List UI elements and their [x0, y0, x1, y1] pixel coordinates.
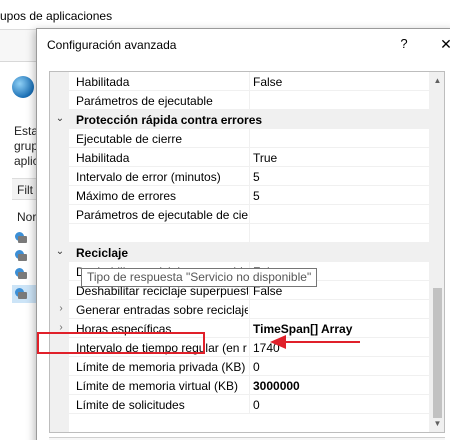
- name-column-header[interactable]: Nor: [17, 210, 36, 224]
- close-button[interactable]: ✕: [439, 33, 450, 55]
- scroll-down-icon[interactable]: ▼: [429, 415, 444, 432]
- column-separator: [249, 395, 250, 414]
- column-separator: [249, 224, 250, 243]
- property-name: Límite de solicitudes: [76, 398, 185, 412]
- chevron-down-icon[interactable]: ⌄: [54, 246, 66, 258]
- window-titlebar: upos de aplicaciones: [0, 0, 450, 30]
- column-separator: [249, 91, 250, 110]
- advanced-settings-dialog: Configuración avanzada ? ✕ Habilitada Fal…: [36, 28, 450, 440]
- description-line-1: Esta: [14, 124, 39, 138]
- app-pool-icon[interactable]: [14, 267, 28, 280]
- category-label: Reciclaje: [76, 246, 129, 260]
- filter-label[interactable]: Filt: [17, 183, 33, 197]
- category-header[interactable]: ⌄ Reciclaje: [50, 243, 429, 262]
- description-line-2: grup: [14, 139, 39, 153]
- help-button[interactable]: ?: [397, 33, 411, 55]
- property-row[interactable]: Límite de solicitudes 0: [50, 395, 429, 414]
- property-row[interactable]: Habilitada False: [50, 72, 429, 91]
- property-value[interactable]: 5: [253, 170, 423, 184]
- chevron-down-icon[interactable]: ⌄: [54, 113, 66, 125]
- property-row[interactable]: Límite de memoria privada (KB) 0: [50, 357, 429, 376]
- column-separator: [249, 357, 250, 376]
- toolbar: [0, 30, 40, 62]
- app-pool-icon[interactable]: [14, 231, 28, 244]
- property-name: Habilitada: [76, 151, 130, 165]
- column-separator: [249, 72, 250, 91]
- scroll-up-icon[interactable]: ▲: [429, 72, 444, 89]
- dialog-title: Configuración avanzada: [47, 38, 177, 52]
- category-label: Protección rápida contra errores: [76, 113, 263, 127]
- highlight-box: [37, 332, 205, 354]
- property-name: Habilitada: [76, 75, 130, 89]
- property-name: Ejecutable de cierre: [76, 132, 183, 146]
- property-grid: Habilitada False Parámetros de ejecutable ⌄…: [49, 71, 445, 433]
- vertical-scrollbar[interactable]: ▲ ▼: [429, 72, 444, 432]
- property-name: Intervalo de error (minutos): [76, 170, 221, 184]
- category-header[interactable]: ⌄ Protección rápida contra errores: [50, 110, 429, 129]
- globe-icon: [12, 76, 34, 98]
- property-value[interactable]: 0: [253, 360, 423, 374]
- window-title: upos de aplicaciones: [0, 9, 113, 23]
- property-row[interactable]: Intervalo de error (minutos) 5: [50, 167, 429, 186]
- column-separator: [249, 186, 250, 205]
- property-value[interactable]: 0: [253, 398, 423, 412]
- property-row[interactable]: Ejecutable de cierre: [50, 129, 429, 148]
- chevron-right-icon[interactable]: ›: [56, 304, 66, 314]
- app-pool-icon[interactable]: [14, 249, 28, 262]
- column-separator: [249, 376, 250, 395]
- column-separator: [249, 300, 250, 319]
- description-line-3: aplic: [14, 154, 39, 168]
- column-separator: [249, 205, 250, 224]
- property-name: Límite de memoria virtual (KB): [76, 379, 239, 393]
- column-separator: [249, 129, 250, 148]
- property-rows: Habilitada False Parámetros de ejecutable ⌄…: [50, 72, 429, 414]
- tooltip: Tipo de respuesta "Servicio no disponibl…: [81, 268, 318, 287]
- property-name: Límite de memoria privada (KB): [76, 360, 246, 374]
- property-value[interactable]: 3000000: [253, 379, 423, 393]
- property-row[interactable]: Límite de memoria virtual (KB) 3000000: [50, 376, 429, 395]
- property-name: Parámetros de ejecutable: [76, 94, 213, 108]
- property-row[interactable]: [50, 224, 429, 243]
- property-row[interactable]: Parámetros de ejecutable: [50, 91, 429, 110]
- property-row[interactable]: Máximo de errores 5: [50, 186, 429, 205]
- column-separator: [249, 148, 250, 167]
- property-name: Parámetros de ejecutable de cie: [76, 208, 248, 222]
- property-name: Generar entradas sobre reciclaje: [76, 303, 248, 317]
- property-value[interactable]: 5: [253, 189, 423, 203]
- column-separator: [249, 319, 250, 338]
- property-value[interactable]: True: [253, 151, 423, 165]
- column-separator: [249, 167, 250, 186]
- app-pool-icon[interactable]: [14, 287, 28, 300]
- scrollbar-thumb[interactable]: [433, 288, 442, 418]
- column-separator: [249, 338, 250, 357]
- property-row[interactable]: Parámetros de ejecutable de cie: [50, 205, 429, 224]
- property-row[interactable]: › Generar entradas sobre reciclaje: [50, 300, 429, 319]
- property-name: Máximo de errores: [76, 189, 177, 203]
- property-row[interactable]: Habilitada True: [50, 148, 429, 167]
- property-value[interactable]: False: [253, 75, 423, 89]
- annotation-arrow-icon: [270, 335, 360, 349]
